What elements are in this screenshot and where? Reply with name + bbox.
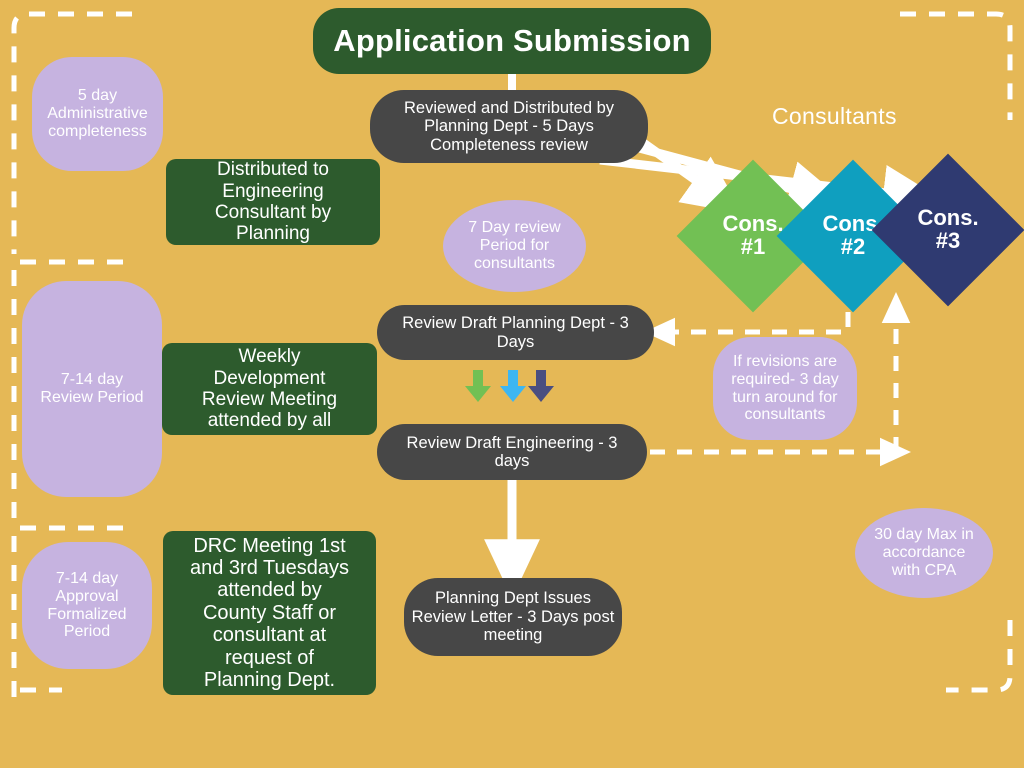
flowchart-canvas: Application Submission Consultants Revie… (0, 0, 1024, 768)
down-arrow-blue (500, 370, 526, 402)
consultant-2-line2: #2 (840, 234, 866, 259)
action-box-drc-meeting[interactable]: DRC Meeting 1st and 3rd Tuesdays attende… (163, 531, 376, 695)
consultant-label-3: Cons. #3 (894, 176, 1002, 284)
page-title: Application Submission (313, 8, 711, 74)
consultant-1-line2: #1 (740, 234, 766, 259)
consultant-3-line2: #3 (935, 228, 961, 253)
consultants-section-label: Consultants (772, 103, 897, 129)
callout-thirty-day-max-cpa: 30 day Max in accordance with CPA (855, 508, 993, 598)
process-box-review-draft-planning[interactable]: Review Draft Planning Dept - 3 Days (377, 305, 654, 360)
action-box-weekly-development-review-meeting[interactable]: Weekly Development Review Meeting attend… (162, 343, 377, 435)
process-box-reviewed-distributed[interactable]: Reviewed and Distributed by Planning Dep… (370, 90, 648, 163)
down-arrow-green (465, 370, 491, 402)
consultant-node-3[interactable]: Cons. #3 (871, 153, 1024, 307)
callout-revisions-turnaround: If revisions are required- 3 day turn ar… (713, 337, 857, 440)
timeline-note-approval-formalized-period: 7-14 day Approval Formalized Period (22, 542, 152, 669)
callout-seven-day-review: 7 Day review Period for consultants (443, 200, 586, 292)
consultant-3-line1: Cons. (917, 205, 979, 231)
process-box-planning-dept-issues-letter[interactable]: Planning Dept Issues Review Letter - 3 D… (404, 578, 622, 656)
down-arrow-navy (528, 370, 554, 402)
timeline-note-admin-completeness: 5 day Administrative completeness (32, 57, 163, 171)
process-box-review-draft-engineering[interactable]: Review Draft Engineering - 3 days (377, 424, 647, 480)
timeline-note-review-period: 7-14 day Review Period (22, 281, 162, 497)
action-box-distributed-to-engineering[interactable]: Distributed to Engineering Consultant by… (166, 159, 380, 245)
consultant-1-line1: Cons. (722, 211, 784, 237)
